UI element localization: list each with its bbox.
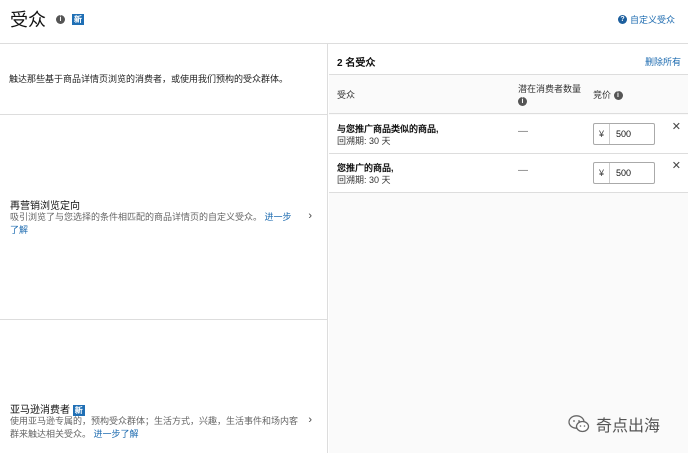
page-title: 受众 i 新 bbox=[10, 6, 46, 32]
custom-audience-label: 自定义受众 bbox=[630, 13, 675, 26]
table-row: 您推广的商品, 回溯期: 30 天 — ¥ ✕ bbox=[329, 154, 688, 193]
table-header: 受众 潜在消费者数量 i 竞价 i bbox=[329, 76, 688, 114]
audience-options-panel: 触达那些基于商品详情页浏览的消费者，或使用我们预构的受众群体。 再营销浏览定向 … bbox=[0, 44, 328, 453]
audience-name: 与您推广商品类似的商品, 回溯期: 30 天 bbox=[337, 123, 439, 147]
audience-name: 您推广的商品, 回溯期: 30 天 bbox=[337, 162, 394, 186]
audience-count: 2 名受众 bbox=[337, 54, 375, 69]
new-badge: 新 bbox=[72, 14, 84, 25]
custom-audience-link[interactable]: ? 自定义受众 bbox=[618, 13, 675, 26]
audience-name-text: 您推广的商品, bbox=[337, 163, 394, 173]
option-title: 再营销浏览定向 bbox=[10, 197, 80, 212]
page-header: 受众 i 新 ? 自定义受众 bbox=[0, 0, 688, 44]
option-remarketing-views[interactable]: 再营销浏览定向 吸引浏览了与您选择的条件相匹配的商品详情页的自定义受众。 进一步… bbox=[0, 115, 328, 319]
option-description-text: 使用亚马逊专属的，预构受众群体；生活方式，兴趣，生活事件和场内客群来触达相关受众… bbox=[10, 416, 298, 439]
column-audience: 受众 bbox=[337, 89, 355, 101]
bid-input[interactable] bbox=[610, 129, 650, 139]
table-row: 与您推广商品类似的商品, 回溯期: 30 天 — ¥ ✕ bbox=[329, 115, 688, 154]
bid-field[interactable]: ¥ bbox=[593, 123, 655, 145]
chevron-right-icon: › bbox=[308, 414, 312, 426]
watermark: 奇点出海 bbox=[568, 412, 660, 436]
currency-symbol: ¥ bbox=[594, 163, 610, 183]
lookback-text: 回溯期: 30 天 bbox=[337, 136, 391, 146]
option-title: 亚马逊消费者 新 bbox=[10, 401, 85, 416]
learn-more-link[interactable]: 进一步了解 bbox=[94, 429, 139, 439]
bid-field[interactable]: ¥ bbox=[593, 162, 655, 184]
potential-value: — bbox=[518, 165, 528, 176]
currency-symbol: ¥ bbox=[594, 124, 610, 144]
lookback-text: 回溯期: 30 天 bbox=[337, 175, 391, 185]
selected-header: 2 名受众 删除所有 bbox=[329, 44, 688, 75]
option-description-text: 吸引浏览了与您选择的条件相匹配的商品详情页的自定义受众。 bbox=[10, 212, 262, 222]
info-icon[interactable]: i bbox=[56, 15, 65, 24]
close-icon[interactable]: ✕ bbox=[672, 159, 681, 172]
delete-all-button[interactable]: 删除所有 bbox=[645, 55, 681, 68]
intro-text: 触达那些基于商品详情页浏览的消费者，或使用我们预构的受众群体。 bbox=[9, 72, 288, 85]
selected-audiences-panel: 2 名受众 删除所有 受众 潜在消费者数量 i 竞价 i 与您推广商品类似的商品… bbox=[329, 44, 688, 453]
chevron-right-icon: › bbox=[308, 210, 312, 222]
bid-input[interactable] bbox=[610, 168, 650, 178]
column-potential-label: 潜在消费者数量 bbox=[518, 84, 581, 94]
potential-value: — bbox=[518, 126, 528, 137]
watermark-text: 奇点出海 bbox=[596, 412, 660, 436]
info-icon[interactable]: i bbox=[518, 97, 527, 106]
close-icon[interactable]: ✕ bbox=[672, 120, 681, 133]
option-description: 吸引浏览了与您选择的条件相匹配的商品详情页的自定义受众。 进一步了解 bbox=[10, 211, 300, 237]
page-title-text: 受众 bbox=[10, 10, 46, 30]
info-icon[interactable]: i bbox=[614, 91, 623, 100]
column-bid-label: 竞价 bbox=[593, 90, 611, 100]
audience-name-text: 与您推广商品类似的商品, bbox=[337, 124, 439, 134]
wechat-icon bbox=[568, 414, 590, 434]
question-icon: ? bbox=[618, 15, 627, 24]
option-amazon-consumers[interactable]: 亚马逊消费者 新 使用亚马逊专属的，预构受众群体；生活方式，兴趣，生活事件和场内… bbox=[0, 320, 328, 453]
column-bid: 竞价 i bbox=[593, 89, 623, 101]
column-potential: 潜在消费者数量 i bbox=[518, 83, 584, 107]
option-description: 使用亚马逊专属的，预构受众群体；生活方式，兴趣，生活事件和场内客群来触达相关受众… bbox=[10, 415, 300, 441]
